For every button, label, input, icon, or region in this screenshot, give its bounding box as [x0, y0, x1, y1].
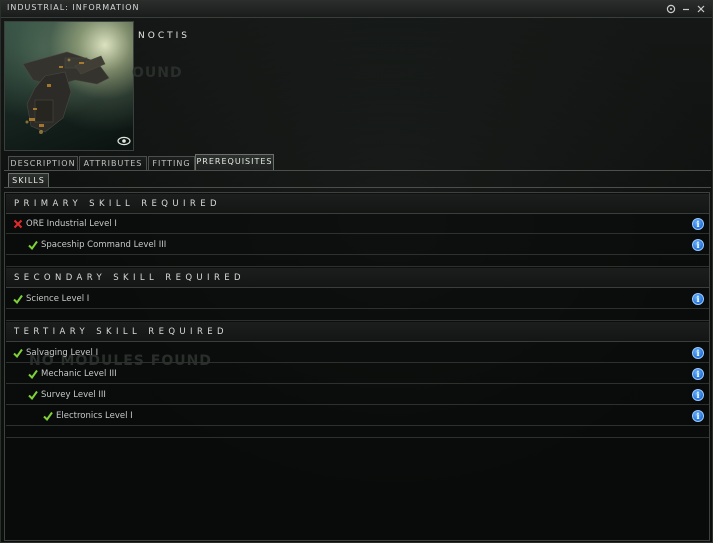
subtab-divider — [4, 187, 711, 188]
skill-row[interactable]: Survey Level III i — [6, 385, 709, 405]
green-check-icon — [28, 369, 38, 379]
info-icon[interactable]: i — [692, 239, 704, 251]
info-icon[interactable]: i — [692, 389, 704, 401]
section-spacer — [6, 310, 709, 321]
skills-panel: NO MODULES FOUND PRIMARY SKILL REQUIRED … — [4, 192, 710, 541]
tab-fitting[interactable]: FITTING — [148, 156, 195, 171]
green-check-icon — [13, 294, 23, 304]
close-icon[interactable] — [695, 3, 707, 15]
section-spacer — [6, 427, 709, 438]
industrial-info-window: INDUSTRIAL: INFORMATION NOCTIS OUND DESC… — [0, 0, 713, 543]
settings-icon[interactable] — [665, 3, 677, 15]
skill-label: Electronics Level I — [56, 411, 133, 421]
green-check-icon — [28, 240, 38, 250]
info-icon[interactable]: i — [692, 218, 704, 230]
green-check-icon — [13, 348, 23, 358]
skill-row[interactable]: Science Level I i — [6, 289, 709, 309]
skill-label: Mechanic Level III — [41, 369, 117, 379]
ship-render — [22, 51, 110, 134]
tab-prerequisites[interactable]: PREREQUISITES — [195, 154, 274, 171]
skill-row[interactable]: Salvaging Level I i — [6, 343, 709, 363]
section-header-tertiary: TERTIARY SKILL REQUIRED — [6, 322, 709, 342]
section-header-primary: PRIMARY SKILL REQUIRED — [6, 194, 709, 214]
ship-portrait — [4, 21, 134, 151]
ship-name: NOCTIS — [138, 31, 190, 41]
subtab-skills[interactable]: SKILLS — [8, 173, 49, 188]
skill-row[interactable]: ORE Industrial Level I i — [6, 214, 709, 234]
tab-divider — [4, 170, 711, 171]
ghost-text: OUND — [132, 65, 183, 81]
skill-label: Salvaging Level I — [26, 348, 99, 358]
info-icon[interactable]: i — [692, 410, 704, 422]
green-check-icon — [43, 411, 53, 421]
skill-row[interactable]: Electronics Level I i — [6, 406, 709, 426]
skill-label: Science Level I — [26, 294, 90, 304]
tab-description[interactable]: DESCRIPTION — [8, 156, 78, 171]
section-spacer — [6, 256, 709, 267]
section-header-secondary: SECONDARY SKILL REQUIRED — [6, 268, 709, 288]
minimize-icon[interactable] — [680, 3, 692, 15]
info-icon[interactable]: i — [692, 368, 704, 380]
eye-icon[interactable] — [117, 136, 131, 146]
tab-attributes[interactable]: ATTRIBUTES — [79, 156, 147, 171]
skill-row[interactable]: Spaceship Command Level III i — [6, 235, 709, 255]
info-icon[interactable]: i — [692, 293, 704, 305]
skill-row[interactable]: Mechanic Level III i — [6, 364, 709, 384]
green-check-icon — [28, 390, 38, 400]
skill-label: Survey Level III — [41, 390, 106, 400]
title-bar[interactable]: INDUSTRIAL: INFORMATION — [1, 1, 712, 18]
red-x-icon — [13, 219, 23, 229]
window-title: INDUSTRIAL: INFORMATION — [7, 3, 140, 12]
skill-label: ORE Industrial Level I — [26, 219, 117, 229]
skill-label: Spaceship Command Level III — [41, 240, 167, 250]
info-icon[interactable]: i — [692, 347, 704, 359]
